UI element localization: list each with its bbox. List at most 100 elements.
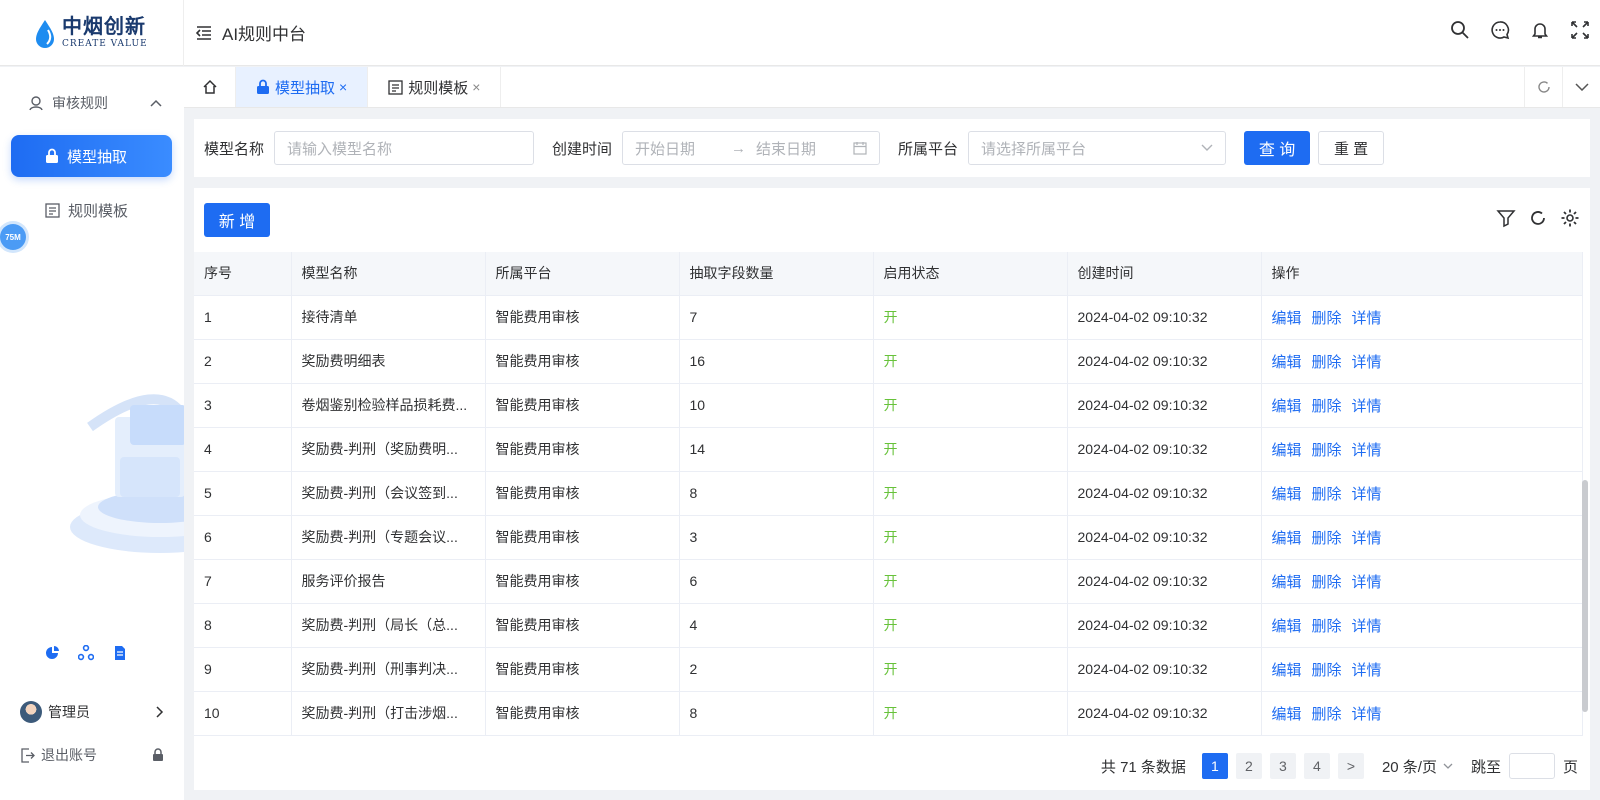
filter-icon[interactable] — [1496, 208, 1516, 228]
cell-index: 1 — [194, 295, 292, 340]
share-icon[interactable] — [78, 645, 94, 661]
edit-link[interactable]: 编辑 — [1272, 574, 1302, 591]
cell-created-time: 2024-04-02 09:10:32 — [1067, 471, 1262, 516]
date-range-picker[interactable]: 开始日期 → 结束日期 — [622, 131, 881, 165]
detail-link[interactable]: 详情 — [1352, 486, 1382, 503]
cell-index: 3 — [194, 383, 292, 428]
page-button[interactable]: 1 — [1201, 753, 1228, 779]
cell-index: 8 — [194, 603, 292, 648]
lock-icon[interactable] — [152, 748, 164, 762]
detail-link[interactable]: 详情 — [1352, 310, 1382, 327]
lock-icon — [46, 148, 58, 163]
refresh-icon[interactable] — [1528, 208, 1548, 228]
cell-platform: 智能费用审核 — [485, 471, 680, 516]
page-button[interactable]: 3 — [1269, 753, 1296, 779]
detail-link[interactable]: 详情 — [1352, 662, 1382, 679]
delete-link[interactable]: 删除 — [1312, 662, 1342, 679]
query-button[interactable]: 查 询 — [1244, 131, 1311, 165]
edit-link[interactable]: 编辑 — [1272, 354, 1302, 371]
cell-field-count: 8 — [679, 691, 874, 736]
total-count: 共 71 条数据 — [1100, 758, 1186, 776]
detail-link[interactable]: 详情 — [1352, 574, 1382, 591]
reset-button[interactable]: 重 置 — [1318, 131, 1385, 165]
tab-home[interactable] — [184, 67, 236, 107]
message-icon[interactable] — [1490, 20, 1510, 40]
table-row: 9 奖励费-判刑（刑事判决... 智能费用审核 2 开 2024-04-02 09:10:… — [194, 647, 1583, 692]
delete-link[interactable]: 删除 — [1312, 354, 1342, 371]
table-row: 10 奖励费-判刑（打击涉烟... 智能费用审核 8 开 2024-04-02 09:10… — [194, 691, 1583, 736]
logo-drop-icon — [36, 19, 54, 48]
chart-icon[interactable] — [44, 645, 60, 661]
cell-created-time: 2024-04-02 09:10:32 — [1067, 427, 1262, 472]
detail-link[interactable]: 详情 — [1352, 442, 1382, 459]
page-button[interactable]: 4 — [1303, 753, 1330, 779]
cell-actions: 编辑 删除 详情 — [1261, 427, 1583, 472]
page-size-select[interactable]: 20 条/页 — [1376, 753, 1459, 779]
bell-icon[interactable] — [1530, 20, 1550, 40]
sidebar-item-rule-template[interactable]: 规则模板 — [11, 189, 172, 231]
delete-link[interactable]: 删除 — [1312, 618, 1342, 635]
fps-badge[interactable]: 75M — [0, 224, 26, 250]
document-icon[interactable] — [112, 645, 128, 661]
table-row: 7 服务评价报告 智能费用审核 6 开 2024-04-02 09:10:32 编辑 删除 详情 — [194, 559, 1583, 604]
cell-actions: 编辑 删除 详情 — [1261, 691, 1583, 736]
page-button[interactable]: 2 — [1235, 753, 1262, 779]
platform-placeholder: 请选择所属平台 — [981, 140, 1087, 158]
menu-fold-icon[interactable] — [194, 23, 214, 43]
refresh-tab-button[interactable] — [1524, 67, 1562, 107]
model-name-input[interactable]: 请输入模型名称 — [274, 131, 535, 165]
tabs-dropdown-button[interactable] — [1562, 67, 1600, 107]
platform-select[interactable]: 请选择所属平台 — [968, 131, 1227, 165]
delete-link[interactable]: 删除 — [1312, 486, 1342, 503]
create-time-label: 创建时间 — [552, 140, 613, 158]
edit-link[interactable]: 编辑 — [1272, 442, 1302, 459]
delete-link[interactable]: 删除 — [1312, 530, 1342, 547]
edit-link[interactable]: 编辑 — [1272, 618, 1302, 635]
close-icon[interactable]: × — [472, 79, 480, 95]
delete-link[interactable]: 删除 — [1312, 442, 1342, 459]
close-icon[interactable]: × — [339, 79, 347, 95]
edit-link[interactable]: 编辑 — [1272, 310, 1302, 327]
refresh-icon — [1537, 81, 1550, 93]
add-button[interactable]: 新 增 — [204, 203, 270, 237]
settings-icon[interactable] — [1560, 208, 1580, 228]
column-header: 所属平台 — [485, 252, 680, 296]
scrollbar[interactable] — [1582, 480, 1588, 712]
menu-group-audit-rules[interactable]: 审核规则 — [0, 85, 184, 121]
pagination: 共 71 条数据 1 2 3 4 > 20 条/页 跳至 页 — [1101, 753, 1578, 779]
tab-model-extract[interactable]: 模型抽取 × — [236, 67, 369, 107]
tab-rule-template[interactable]: 规则模板 × — [368, 67, 502, 107]
edit-link[interactable]: 编辑 — [1272, 530, 1302, 547]
delete-link[interactable]: 删除 — [1312, 398, 1342, 415]
detail-link[interactable]: 详情 — [1352, 706, 1382, 723]
detail-link[interactable]: 详情 — [1352, 354, 1382, 371]
delete-link[interactable]: 删除 — [1312, 706, 1342, 723]
next-page-button[interactable]: > — [1337, 753, 1364, 779]
search-icon[interactable] — [1450, 20, 1470, 40]
logout-button[interactable]: 退出账号 — [20, 743, 164, 767]
rules-icon — [29, 96, 43, 111]
decorative-illustration — [70, 394, 184, 553]
fullscreen-icon[interactable] — [1570, 20, 1590, 40]
tab-label: 模型抽取 — [275, 79, 336, 97]
delete-link[interactable]: 删除 — [1312, 574, 1342, 591]
edit-link[interactable]: 编辑 — [1272, 706, 1302, 723]
edit-link[interactable]: 编辑 — [1272, 662, 1302, 679]
detail-link[interactable]: 详情 — [1352, 398, 1382, 415]
cell-model-name: 奖励费-判刑（刑事判决... — [291, 647, 486, 692]
delete-link[interactable]: 删除 — [1312, 310, 1342, 327]
detail-link[interactable]: 详情 — [1352, 530, 1382, 547]
edit-link[interactable]: 编辑 — [1272, 486, 1302, 503]
table-header-row: 序号 模型名称 所属平台 抽取字段数量 启用状态 创建时间 操作 — [194, 252, 1583, 296]
edit-link[interactable]: 编辑 — [1272, 398, 1302, 415]
cell-platform: 智能费用审核 — [485, 515, 680, 560]
column-header: 模型名称 — [291, 252, 486, 296]
sidebar-item-model-extract[interactable]: 模型抽取 — [11, 135, 172, 177]
user-menu[interactable]: 管理员 — [20, 697, 164, 727]
column-header: 操作 — [1261, 252, 1583, 296]
search-panel: 模型名称 请输入模型名称 创建时间 开始日期 → 结束日期 所属平台 请选择所属… — [194, 119, 1590, 177]
detail-link[interactable]: 详情 — [1352, 618, 1382, 635]
top-header: 中烟创新 CREATE VALUE AI规则中台 — [0, 0, 1600, 66]
template-icon — [45, 202, 60, 218]
jump-page-input[interactable] — [1508, 753, 1555, 779]
